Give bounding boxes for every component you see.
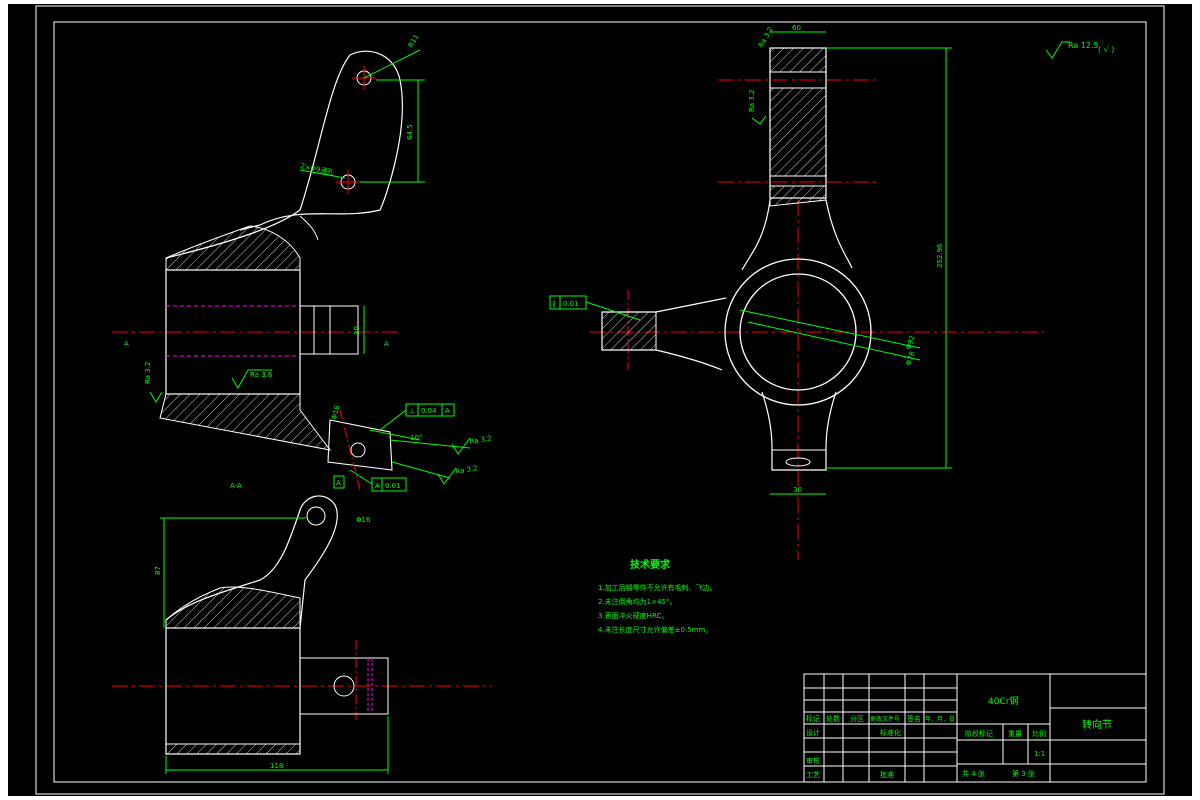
tb-header-cell: 签名: [907, 714, 921, 723]
tb-header-cell: 处数: [826, 714, 840, 723]
rough-side-text: Ra 3.2: [748, 90, 756, 112]
tb-weight-label: 重量: [1008, 730, 1022, 738]
tech-title: 技术要求: [630, 558, 671, 571]
tb-header-cell: 标记: [806, 714, 820, 723]
dim-64-text: 64.5: [406, 124, 414, 140]
cad-drawing: R11 64.5 2×Φ9通孔 30 A A Ra 3.2 Ra 3.6 ⊥ 0…: [8, 4, 1192, 796]
dim-total-text: 252.96: [936, 243, 944, 268]
tb-header-cell: 分区: [850, 714, 864, 723]
tb-scale-value: 1:1: [1034, 750, 1045, 758]
dim-30-text: 30: [353, 326, 361, 335]
roughness-note-text: Ra 12.5: [1068, 41, 1099, 50]
tb-material: 40Cr钢: [988, 695, 1018, 707]
tb-part-name: 转向节: [1082, 718, 1112, 731]
section-a-left: A: [124, 340, 129, 348]
tech-item: 4.未注长度尺寸允许偏差±0.5mm。: [598, 625, 712, 634]
tb-design-label: 设计: [806, 728, 820, 737]
front-tol-value: 0.01: [563, 300, 579, 308]
section-a-right: A: [384, 340, 389, 348]
dim-87-text: 87: [154, 566, 162, 575]
tb-approve-label: 批准: [880, 770, 894, 779]
tol2-symbol: A: [375, 482, 380, 490]
dim-angle-text: 10°: [410, 434, 422, 442]
datum-text: A: [336, 479, 341, 487]
dim-dia-text: Φ16: [356, 516, 371, 524]
tb-header-cell: 更改文件号: [870, 715, 900, 723]
tb-scale-label: 比例: [1032, 729, 1046, 738]
front-arm-hatch1: [769, 47, 827, 73]
tb-sheets: 共 4 张: [962, 769, 985, 778]
tol2-value: 0.01: [385, 482, 401, 490]
dim-118-text: 118: [270, 762, 283, 770]
tol1-value: 0.04: [421, 407, 437, 415]
tol1-symbol: ⊥: [409, 407, 415, 415]
tb-header-cell: 年、月、日: [925, 715, 955, 723]
tb-sheet-no: 第 3 张: [1012, 769, 1035, 778]
tech-item: 1.加工后钢零件不允许有毛刺、飞边。: [598, 583, 717, 592]
tech-item: 3.表面淬火硬度HRC。: [598, 611, 668, 620]
tb-stage-label: 阶段标记: [965, 729, 993, 738]
tb-review-label: 审核: [806, 756, 820, 765]
roughness-note-paren: ( √ ): [1098, 45, 1114, 54]
tol1-datum: A: [445, 407, 450, 415]
front-arm-hatch2: [769, 87, 827, 177]
rough-left-text: Ra 3.2: [144, 362, 152, 384]
bottom-hatch-strip: [165, 743, 301, 755]
front-left-hatch: [601, 311, 657, 351]
tech-item: 2.未注倒角均为1×45°。: [598, 597, 676, 606]
tb-standard-label: 标准化: [880, 728, 901, 737]
rough-mid-text: Ra 3.6: [250, 371, 273, 379]
dim-30-bottom-text: 30: [793, 486, 802, 494]
tb-process-label: 工艺: [806, 771, 820, 779]
front-tol-symbol: ∥: [552, 300, 556, 308]
dim-60-text: 60: [792, 24, 801, 32]
section-label: A-A: [230, 482, 242, 490]
